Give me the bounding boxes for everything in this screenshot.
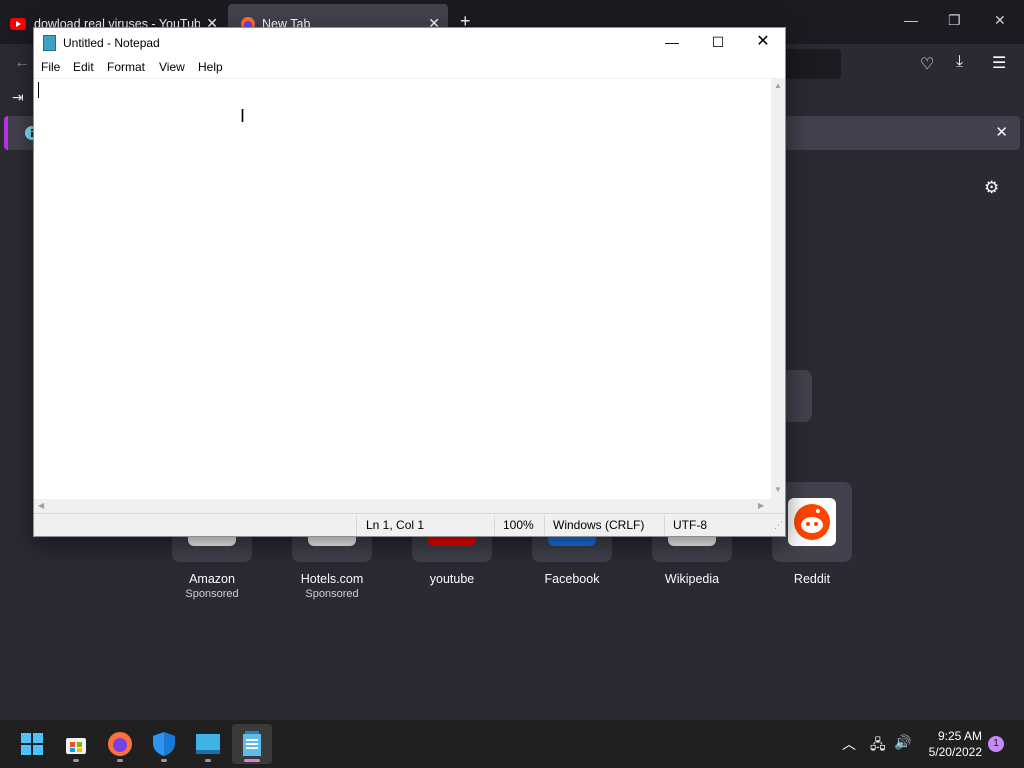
clock-date: 5/20/2022 xyxy=(928,745,982,759)
import-bookmarks-icon[interactable]: ⇥ xyxy=(12,89,24,106)
status-divider xyxy=(494,516,495,535)
close-button[interactable]: ✕ xyxy=(740,28,786,58)
settings-gear-icon[interactable]: ⚙ xyxy=(984,178,999,198)
restore-icon[interactable]: ❐ xyxy=(948,12,961,29)
menu-bar: File Edit Format View Help xyxy=(34,58,785,78)
status-bar: Ln 1, Col 1 100% Windows (CRLF) UTF-8 ⋰ xyxy=(34,513,785,536)
taskbar-remote-desktop[interactable] xyxy=(188,724,228,764)
taskbar-notepad[interactable] xyxy=(232,724,272,764)
reddit-icon xyxy=(788,498,836,546)
status-divider xyxy=(544,516,545,535)
status-divider xyxy=(356,516,357,535)
zoom-level: 100% xyxy=(503,518,534,532)
top-site-label: Reddit xyxy=(793,572,831,586)
notepad-icon xyxy=(243,731,261,756)
clock-time: 9:25 AM xyxy=(937,729,982,743)
text-editor[interactable]: I xyxy=(34,78,771,499)
notepad-window: Untitled - Notepad — ☐ ✕ File Edit Forma… xyxy=(33,27,786,537)
volume-icon[interactable]: 🔊 xyxy=(894,734,911,751)
menu-icon[interactable]: ☰ xyxy=(992,53,1006,73)
taskbar-store[interactable] xyxy=(56,724,96,764)
chevron-up-icon[interactable]: ︿ xyxy=(842,734,856,754)
running-indicator xyxy=(73,759,79,762)
encoding: UTF-8 xyxy=(673,518,707,532)
windows-start-icon xyxy=(21,733,43,755)
taskbar: ︿ 🖧 🔊 xyxy=(0,720,1024,768)
start-button[interactable] xyxy=(12,724,52,764)
firefox-icon xyxy=(108,732,132,756)
top-site-label: youtube xyxy=(429,572,475,586)
youtube-icon xyxy=(10,18,26,30)
scroll-right-icon[interactable]: ▶ xyxy=(758,501,764,510)
menu-format[interactable]: Format xyxy=(107,60,145,74)
horizontal-scrollbar[interactable]: ◀ ▶ xyxy=(34,499,771,513)
status-divider xyxy=(664,516,665,535)
scroll-up-icon[interactable]: ▲ xyxy=(774,81,782,90)
search-box[interactable] xyxy=(786,370,812,422)
scroll-down-icon[interactable]: ▼ xyxy=(774,485,782,494)
remote-desktop-icon xyxy=(196,734,220,754)
defender-icon xyxy=(153,732,175,756)
cursor-position: Ln 1, Col 1 xyxy=(366,518,425,532)
sponsored-label: Sponsored xyxy=(305,588,359,600)
active-indicator xyxy=(244,759,260,762)
url-bar[interactable] xyxy=(780,49,841,79)
downloads-icon[interactable]: ⤓ xyxy=(956,53,963,71)
store-icon xyxy=(66,738,86,754)
ibeam-cursor-icon: I xyxy=(240,106,246,126)
close-notification-icon[interactable]: ✕ xyxy=(995,123,1008,141)
window-title: Untitled - Notepad xyxy=(63,36,160,50)
notification-badge[interactable]: 1 xyxy=(988,736,1004,752)
taskbar-defender[interactable] xyxy=(144,724,184,764)
maximize-button[interactable]: ☐ xyxy=(695,28,741,58)
line-endings: Windows (CRLF) xyxy=(553,518,645,532)
resize-grip-icon[interactable]: ⋰ xyxy=(774,520,783,531)
menu-view[interactable]: View xyxy=(159,60,185,74)
running-indicator xyxy=(117,759,123,762)
pocket-icon[interactable]: ♡ xyxy=(920,54,934,74)
scrollbar-corner xyxy=(771,499,785,513)
top-site-label: Facebook xyxy=(544,572,600,586)
menu-file[interactable]: File xyxy=(41,60,60,74)
sponsored-label: Sponsored xyxy=(185,588,239,600)
taskbar-clock[interactable]: 9:25 AM 5/20/2022 xyxy=(922,728,982,760)
close-window-icon[interactable]: ✕ xyxy=(994,12,1006,29)
top-site-label: Wikipedia xyxy=(664,572,720,586)
minimize-icon[interactable]: — xyxy=(904,12,918,28)
taskbar-firefox[interactable] xyxy=(100,724,140,764)
running-indicator xyxy=(205,759,211,762)
menu-edit[interactable]: Edit xyxy=(73,60,94,74)
top-site-label: Hotels.com xyxy=(300,572,364,586)
minimize-button[interactable]: — xyxy=(649,28,695,58)
top-site-label: Amazon xyxy=(189,572,235,586)
running-indicator xyxy=(161,759,167,762)
back-arrow-icon[interactable]: ← xyxy=(14,54,30,72)
network-icon[interactable]: 🖧 xyxy=(870,734,886,758)
menu-help[interactable]: Help xyxy=(198,60,223,74)
scroll-left-icon[interactable]: ◀ xyxy=(38,501,44,510)
vertical-scrollbar[interactable]: ▲ ▼ xyxy=(771,78,785,499)
notepad-icon xyxy=(43,35,56,51)
notepad-titlebar[interactable]: Untitled - Notepad — ☐ ✕ xyxy=(34,28,785,58)
text-caret xyxy=(38,82,39,98)
